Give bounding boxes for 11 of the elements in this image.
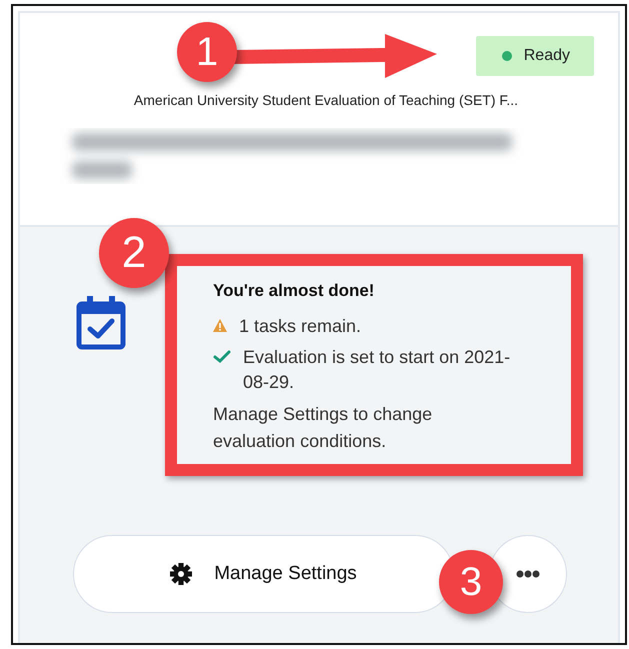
survey-title: American University Student Evaluation of Teaching (SET) F... bbox=[132, 91, 520, 110]
more-icon bbox=[516, 570, 540, 578]
settings-icon bbox=[170, 563, 192, 585]
calendar-check-icon bbox=[76, 293, 126, 351]
notice-item: Evaluation is set to start on 2021-08-29. bbox=[243, 346, 512, 394]
warning-icon bbox=[213, 318, 227, 332]
checkmark-icon bbox=[213, 350, 231, 363]
notice-heading: You're almost done! bbox=[213, 280, 376, 302]
notice-item: 1 tasks remain. bbox=[239, 314, 362, 338]
status-badge: Ready bbox=[476, 36, 594, 76]
notice-text: Manage Settings to change evaluation conditions. bbox=[213, 403, 434, 454]
